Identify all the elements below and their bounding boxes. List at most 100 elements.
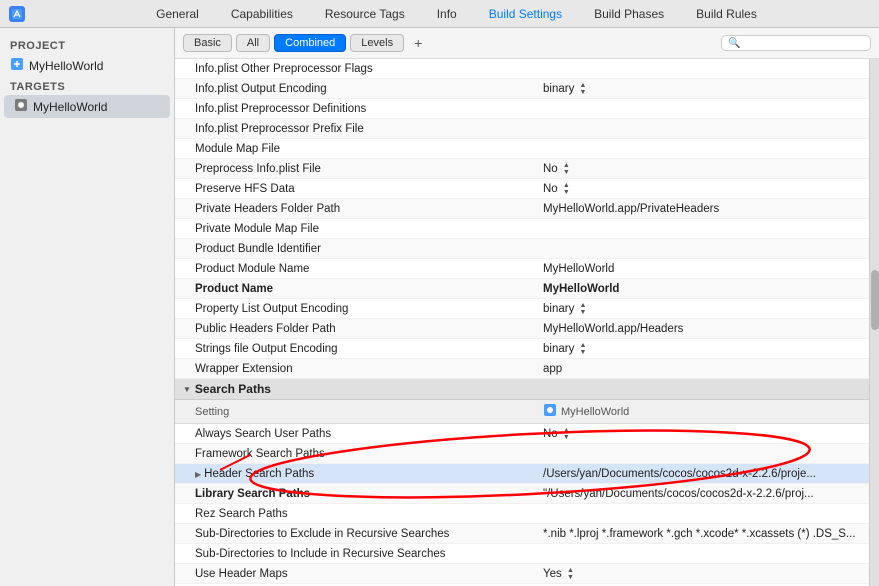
filter-levels-btn[interactable]: Levels [350,34,404,52]
setting-value[interactable] [535,513,869,515]
setting-value[interactable]: binary ▲▼ [535,81,869,97]
table-row: Public Headers Folder Path MyHelloWorld.… [175,319,869,339]
setting-value[interactable]: No ▲▼ [535,426,869,442]
tab-build-rules[interactable]: Build Rules [680,3,773,25]
project-file-icon [10,57,24,74]
filter-all-btn[interactable]: All [236,34,270,52]
table-row: Info.plist Preprocessor Prefix File [175,119,869,139]
project-section-label: PROJECT [0,36,174,54]
section-triangle-icon[interactable]: ▼ [183,385,191,394]
setting-label: Info.plist Other Preprocessor Flags [175,62,535,76]
table-row: Private Headers Folder Path MyHelloWorld… [175,199,869,219]
setting-label: Private Headers Folder Path [175,202,535,216]
setting-label: Private Module Map File [175,222,535,236]
setting-label: Wrapper Extension [175,362,535,376]
setting-value[interactable] [535,553,869,555]
top-navigation-bar: General Capabilities Resource Tags Info … [0,0,879,28]
table-row-use-header-maps: Use Header Maps Yes ▲▼ [175,564,869,584]
tab-bar: General Capabilities Resource Tags Info … [34,3,879,25]
expand-arrow-icon[interactable]: ▶ [195,470,201,479]
table-row: Module Map File [175,139,869,159]
setting-label: Preprocess Info.plist File [175,162,535,176]
table-row: Preprocess Info.plist File No ▲▼ [175,159,869,179]
target-file-icon [14,98,28,115]
filter-add-btn[interactable]: + [408,33,428,53]
table-row-rez-search: Rez Search Paths [175,504,869,524]
sidebar: PROJECT MyHelloWorld TARGETS MyHelloWorl… [0,28,175,586]
table-row: Product Module Name MyHelloWorld [175,259,869,279]
table-row: Preserve HFS Data No ▲▼ [175,179,869,199]
setting-label: Rez Search Paths [175,507,535,521]
setting-value[interactable] [535,248,869,250]
setting-label: Sub-Directories to Include in Recursive … [175,547,535,561]
filter-bar: Basic All Combined Levels + 🔍 [175,28,879,59]
content-with-scrollbar: Info.plist Other Preprocessor Flags Info… [175,59,879,586]
setting-value[interactable] [535,108,869,110]
setting-value[interactable]: "/Users/yan/Documents/cocos/cocos2d-x-2.… [535,487,869,501]
table-row: Info.plist Output Encoding binary ▲▼ [175,79,869,99]
setting-value[interactable]: MyHelloWorld.app/Headers [535,322,869,336]
table-row-library-search: Library Search Paths "/Users/yan/Documen… [175,484,869,504]
vertical-scrollbar[interactable] [869,59,879,586]
tab-info[interactable]: Info [421,3,473,25]
setting-label: Preserve HFS Data [175,182,535,196]
tab-resource-tags[interactable]: Resource Tags [309,3,421,25]
setting-label: Product Module Name [175,262,535,276]
tab-build-phases[interactable]: Build Phases [578,3,680,25]
table-row: Info.plist Other Preprocessor Flags [175,59,869,79]
xcode-icon [9,6,25,22]
setting-value[interactable] [535,228,869,230]
setting-label: Info.plist Preprocessor Prefix File [175,122,535,136]
setting-label: Info.plist Preprocessor Definitions [175,102,535,116]
setting-label: Property List Output Encoding [175,302,535,316]
xcode-logo [8,5,26,23]
setting-value[interactable]: binary ▲▼ [535,301,869,317]
table-row: Product Bundle Identifier [175,239,869,259]
setting-value[interactable] [535,148,869,150]
filter-combined-btn[interactable]: Combined [274,34,346,52]
table-row-include-subdirs: Sub-Directories to Include in Recursive … [175,544,869,564]
table-row: Property List Output Encoding binary ▲▼ [175,299,869,319]
setting-value[interactable]: MyHelloWorld [535,262,869,276]
table-row-always-search: Always Search User Paths No ▲▼ [175,424,869,444]
search-box: 🔍 [721,35,871,51]
setting-label: Sub-Directories to Exclude in Recursive … [175,527,535,541]
scrollbar-thumb[interactable] [871,270,879,330]
setting-value[interactable]: /Users/yan/Documents/cocos/cocos2d-x-2.2… [535,467,869,481]
setting-label: Module Map File [175,142,535,156]
setting-value[interactable]: No ▲▼ [535,181,869,197]
setting-value[interactable]: app [535,362,869,376]
search-icon: 🔍 [728,38,740,49]
table-row: Strings file Output Encoding binary ▲▼ [175,339,869,359]
target-item-label: MyHelloWorld [33,100,107,114]
setting-label: Library Search Paths [175,487,535,501]
setting-label: Strings file Output Encoding [175,342,535,356]
sidebar-item-project[interactable]: MyHelloWorld [0,54,174,77]
setting-value[interactable]: binary ▲▼ [535,341,869,357]
setting-value[interactable] [535,453,869,455]
table-row: Private Module Map File [175,219,869,239]
setting-value[interactable] [535,128,869,130]
setting-label: Info.plist Output Encoding [175,82,535,96]
column-header-row: Setting MyHelloWorld [175,400,869,424]
section-title: Search Paths [195,382,271,396]
tab-build-settings[interactable]: Build Settings [473,3,578,25]
sidebar-item-target[interactable]: MyHelloWorld [4,95,170,118]
tab-capabilities[interactable]: Capabilities [215,3,309,25]
setting-value[interactable]: *.nib *.lproj *.framework *.gch *.xcode*… [535,527,869,541]
targets-section-label: TARGETS [0,77,174,95]
col-header-value-text: MyHelloWorld [561,406,629,418]
filter-basic-btn[interactable]: Basic [183,34,232,52]
setting-value[interactable]: No ▲▼ [535,161,869,177]
setting-value[interactable]: MyHelloWorld.app/PrivateHeaders [535,202,869,216]
setting-label: Always Search User Paths [175,427,535,441]
setting-value[interactable] [535,68,869,70]
setting-label: Use Header Maps [175,567,535,581]
setting-value[interactable]: Yes ▲▼ [535,566,869,582]
tab-general[interactable]: General [140,3,215,25]
table-row-framework-search: Framework Search Paths [175,444,869,464]
setting-value[interactable]: MyHelloWorld [535,282,869,296]
table-row: Wrapper Extension app [175,359,869,379]
table-row-exclude-subdirs: Sub-Directories to Exclude in Recursive … [175,524,869,544]
search-input[interactable] [743,37,863,49]
